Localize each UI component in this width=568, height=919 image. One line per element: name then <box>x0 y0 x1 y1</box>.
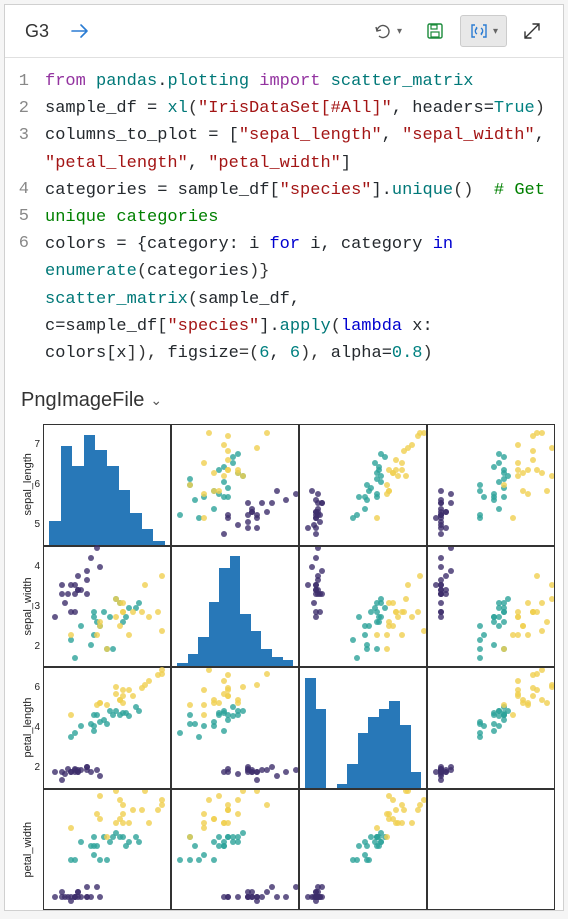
chevron-down-icon: ▾ <box>493 26 498 37</box>
undo-button[interactable]: ▾ <box>365 16 410 46</box>
code-content[interactable]: from pandas.plotting import scatter_matr… <box>45 68 555 367</box>
plot-cell-petal_width-vs-sepal_length <box>43 789 171 910</box>
result-type-label: PngImageFile <box>21 389 144 412</box>
scatter-matrix-plot: sepal_length765sepal_width432petal_lengt… <box>5 420 563 910</box>
plot-cell-sepal_width-vs-petal_length <box>299 546 427 667</box>
arrow-right-icon <box>71 23 91 39</box>
plot-cell-sepal_length-vs-petal_width <box>427 424 555 545</box>
chevron-down-icon: ⌄ <box>150 392 162 409</box>
chevron-down-icon: ▾ <box>397 26 402 37</box>
plot-cell-sepal_length-vs-sepal_width <box>171 424 299 545</box>
plot-cell-petal_width-vs-petal_length <box>299 789 427 910</box>
cell-reference: G3 <box>19 21 55 42</box>
axis-label-petal_width: petal_width <box>13 789 43 910</box>
save-icon <box>426 22 444 40</box>
goto-cell-button[interactable] <box>63 17 99 45</box>
plot-cell-sepal_width-vs-petal_width <box>427 546 555 667</box>
plot-cell-sepal_width-vs-sepal_width <box>171 546 299 667</box>
plot-cell-sepal_width-vs-sepal_length: 432 <box>43 546 171 667</box>
plot-cell-petal_length-vs-sepal_length: 642 <box>43 667 171 788</box>
line-number-gutter: 123456 <box>13 68 45 367</box>
code-editor[interactable]: 123456 from pandas.plotting import scatt… <box>5 58 563 381</box>
expand-button[interactable] <box>515 16 549 46</box>
python-editor-panel: G3 ▾ ▾ <box>4 4 564 911</box>
plot-cell-sepal_length-vs-sepal_length: 765 <box>43 424 171 545</box>
expand-icon <box>523 22 541 40</box>
editor-toolbar: G3 ▾ ▾ <box>5 5 563 58</box>
plot-cell-petal_width-vs-sepal_width <box>171 789 299 910</box>
plot-cell-petal_width-vs-petal_width <box>427 789 555 910</box>
undo-icon <box>373 22 393 40</box>
result-type-header[interactable]: PngImageFile ⌄ <box>5 381 563 420</box>
plot-cell-petal_length-vs-petal_width <box>427 667 555 788</box>
plot-cell-sepal_length-vs-petal_length <box>299 424 427 545</box>
plot-cell-petal_length-vs-petal_length <box>299 667 427 788</box>
refresh-brackets-icon <box>469 22 489 40</box>
save-button[interactable] <box>418 16 452 46</box>
output-type-button[interactable]: ▾ <box>460 15 507 47</box>
plot-cell-petal_length-vs-sepal_width <box>171 667 299 788</box>
